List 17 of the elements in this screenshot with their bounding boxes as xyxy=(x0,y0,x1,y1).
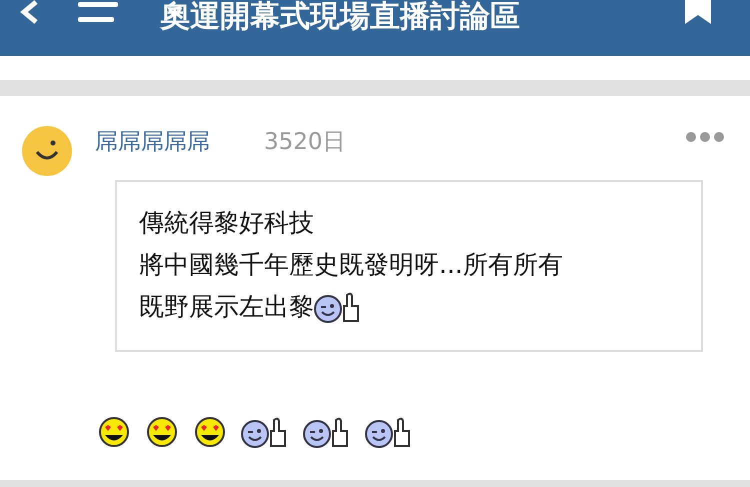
avatar-icon[interactable] xyxy=(22,126,72,176)
thumbs-up-emoticon-icon xyxy=(303,416,351,448)
quote-text: 既野展示左出黎 xyxy=(139,291,314,323)
author-name[interactable]: 屌屌屌屌屌 xyxy=(95,126,210,157)
page-title: 奧運開幕式現場直播討論區 xyxy=(160,0,520,34)
thumbs-up-emoticon-icon xyxy=(314,291,362,323)
bookmark-icon[interactable] xyxy=(685,0,711,24)
back-icon[interactable] xyxy=(18,0,40,24)
heart-eyes-emoticon-icon xyxy=(145,416,179,448)
quote-text: 將中國幾千年歷史既發明呀...所有所有 xyxy=(139,249,563,281)
heart-eyes-emoticon-icon xyxy=(193,416,227,448)
heart-eyes-emoticon-icon xyxy=(97,416,131,448)
thumbs-up-emoticon-icon xyxy=(365,416,413,448)
thumbs-up-emoticon-icon xyxy=(241,416,289,448)
more-icon[interactable] xyxy=(685,131,725,143)
post-age: 3520日 xyxy=(264,128,346,157)
quote-text: 傳統得黎好科技 xyxy=(139,207,314,239)
